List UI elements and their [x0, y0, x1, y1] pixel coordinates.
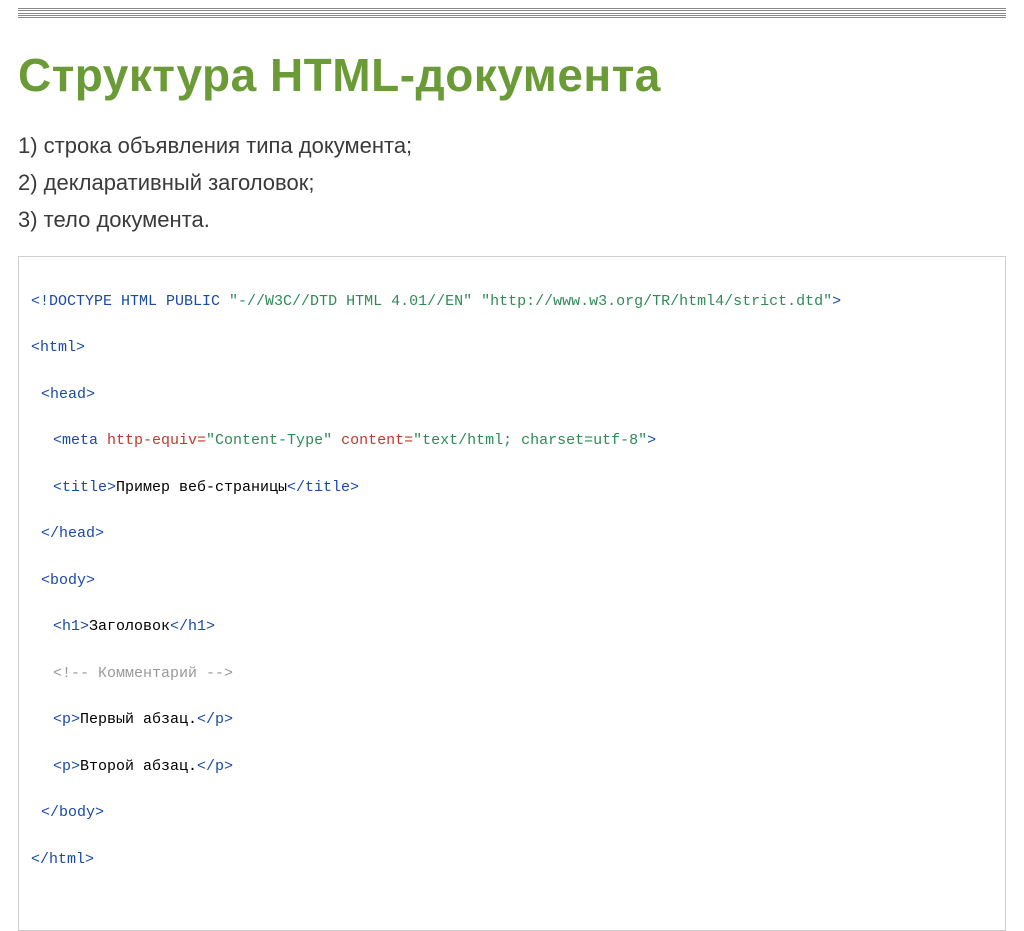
code-text: Заголовок [89, 618, 170, 635]
code-tag: <html> [31, 339, 85, 356]
code-tag: <title> [53, 479, 116, 496]
code-tag: <!DOCTYPE HTML PUBLIC [31, 293, 229, 310]
code-line: <p>Второй абзац.</p> [31, 755, 993, 778]
code-attr-val: "text/html; charset=utf-8" [413, 432, 647, 449]
code-line: <body> [31, 569, 993, 592]
code-line: <meta http-equiv="Content-Type" content=… [31, 429, 993, 452]
code-tag: </p> [197, 758, 233, 775]
code-text: Второй абзац. [80, 758, 197, 775]
code-tag: <p> [53, 711, 80, 728]
code-line: <title>Пример веб-страницы</title> [31, 476, 993, 499]
code-tag: > [647, 432, 656, 449]
code-line: <!DOCTYPE HTML PUBLIC "-//W3C//DTD HTML … [31, 290, 993, 313]
code-text: Пример веб-страницы [116, 479, 287, 496]
list-item: 2) декларативный заголовок; [18, 165, 1006, 200]
code-line: </html> [31, 848, 993, 871]
code-tag: <body> [41, 572, 95, 589]
code-line: <!-- Комментарий --> [31, 662, 993, 685]
code-attr-val: "Content-Type" [206, 432, 332, 449]
list-item: 1) строка объявления типа документа; [18, 128, 1006, 163]
code-tag: <p> [53, 758, 80, 775]
code-tag: </title> [287, 479, 359, 496]
code-tag: </head> [41, 525, 104, 542]
code-line: <p>Первый абзац.</p> [31, 708, 993, 731]
code-block: <!DOCTYPE HTML PUBLIC "-//W3C//DTD HTML … [18, 256, 1006, 931]
code-tag: <h1> [53, 618, 89, 635]
code-tag: </h1> [170, 618, 215, 635]
divider-icon [18, 8, 1006, 18]
code-string: "-//W3C//DTD HTML 4.01//EN" "http://www.… [229, 293, 832, 310]
code-tag: <head> [41, 386, 95, 403]
code-line: </head> [31, 522, 993, 545]
code-tag: </body> [41, 804, 104, 821]
slide: Структура HTML-документа 1) строка объяв… [0, 0, 1024, 708]
code-tag: </html> [31, 851, 94, 868]
bullet-list: 1) строка объявления типа документа; 2) … [18, 128, 1006, 238]
list-item: 3) тело документа. [18, 202, 1006, 237]
code-line: <head> [31, 383, 993, 406]
code-line: <h1>Заголовок</h1> [31, 615, 993, 638]
code-line: </body> [31, 801, 993, 824]
code-attr-name: http-equiv= [98, 432, 206, 449]
code-line: <html> [31, 336, 993, 359]
code-comment: <!-- Комментарий --> [53, 665, 233, 682]
code-text: Первый абзац. [80, 711, 197, 728]
code-attr-name: content= [332, 432, 413, 449]
code-tag: <meta [53, 432, 98, 449]
code-tag: > [832, 293, 841, 310]
code-tag: </p> [197, 711, 233, 728]
